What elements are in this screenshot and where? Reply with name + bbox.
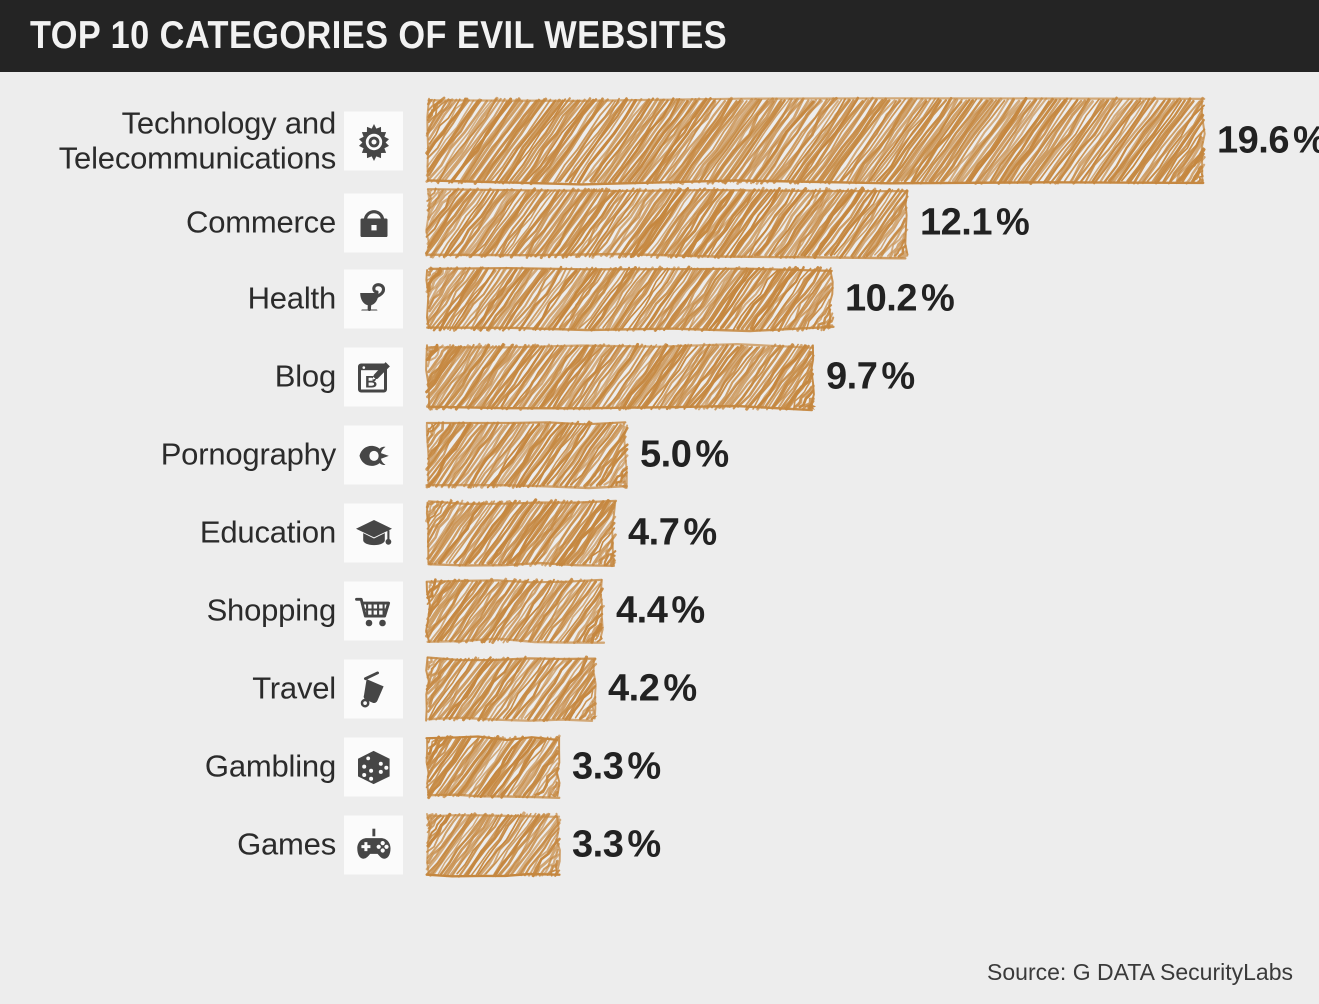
bowl-of-hygieia-icon (344, 269, 403, 329)
bar (420, 261, 839, 337)
value-number: 12.1 (920, 201, 992, 244)
category-label-wrap: Blog (26, 334, 336, 420)
value-label: 4.7% (628, 512, 717, 555)
value-label: 9.7% (826, 356, 915, 399)
value-number: 19.6 (1217, 119, 1289, 162)
value-number: 3.3 (572, 823, 624, 866)
value-number: 3.3 (572, 745, 624, 788)
value-label: 10.2% (845, 277, 955, 321)
infographic-page: TOP 10 CATEGORIES OF EVIL WEBSITES Techn… (0, 0, 1319, 1004)
chart-row: Travel 4.2% (0, 646, 1319, 732)
category-label: Travel (252, 670, 336, 706)
category-label-wrap: Games (26, 802, 336, 888)
value-label: 4.2% (608, 668, 697, 711)
lips-icon (344, 425, 403, 485)
category-label-wrap: Education (26, 490, 336, 576)
chart-row: Health 10.2% (0, 256, 1319, 342)
dice-icon (344, 737, 403, 797)
value-number: 4.7 (628, 511, 680, 554)
chart-row: Blog B 9.7% (0, 334, 1319, 420)
percent-sign: % (627, 745, 661, 788)
value-number: 4.2 (608, 667, 660, 710)
bar (420, 416, 634, 494)
bar (420, 573, 610, 649)
bar-chart: Technology and Telecommunications 19.6%C… (0, 72, 1319, 932)
gear-icon (344, 111, 403, 171)
value-label: 3.3% (572, 746, 661, 789)
chart-row: Education 4.7% (0, 490, 1319, 576)
bar (420, 182, 914, 264)
percent-sign: % (920, 277, 955, 320)
category-label: Technology and Telecommunications (58, 105, 336, 175)
category-label: Games (237, 826, 336, 862)
bar (420, 92, 1211, 190)
category-label: Education (199, 514, 336, 550)
chart-row: Commerce 12.1% (0, 180, 1319, 266)
blog-pencil-icon: B (344, 347, 403, 407)
bar (420, 338, 820, 416)
value-label: 19.6% (1217, 120, 1319, 163)
value-number: 4.4 (616, 589, 668, 632)
percent-sign: % (1293, 120, 1319, 162)
percent-sign: % (995, 201, 1030, 244)
chart-row: Gambling 3.3% (0, 724, 1319, 810)
value-label: 3.3% (572, 824, 661, 867)
value-number: 5.0 (640, 433, 692, 476)
category-label-wrap: Health (26, 256, 337, 342)
percent-sign: % (695, 433, 729, 476)
percent-sign: % (671, 589, 705, 632)
category-label: Shopping (206, 592, 337, 628)
value-number: 9.7 (826, 355, 878, 398)
category-label: Pornography (160, 436, 337, 472)
value-number: 10.2 (845, 277, 917, 320)
category-label-wrap: Gambling (26, 724, 336, 810)
percent-sign: % (683, 511, 717, 554)
percent-sign: % (627, 823, 661, 866)
value-label: 5.0% (640, 434, 729, 477)
gamepad-icon (344, 815, 403, 875)
chart-row: Pornography 5.0% (0, 412, 1319, 498)
title-bar: TOP 10 CATEGORIES OF EVIL WEBSITES (0, 0, 1319, 72)
bar (420, 651, 602, 727)
category-label: Blog (274, 358, 336, 394)
chart-row: Games 3.3% (0, 802, 1319, 888)
category-label-wrap: Shopping (26, 568, 337, 654)
percent-sign: % (663, 667, 697, 710)
category-label-wrap: Technology and Telecommunications (26, 98, 336, 184)
category-label: Commerce (186, 204, 336, 240)
category-label-wrap: Commerce (26, 180, 336, 266)
source-attribution: Source: G DATA SecurityLabs (987, 959, 1293, 985)
value-label: 12.1% (920, 201, 1030, 245)
category-label: Gambling (204, 748, 336, 784)
category-label-wrap: Pornography (26, 412, 337, 498)
page-title: TOP 10 CATEGORIES OF EVIL WEBSITES (30, 14, 728, 57)
category-label: Health (247, 280, 337, 316)
graduation-cap-icon (344, 503, 403, 563)
bar (420, 807, 566, 883)
category-label-wrap: Travel (26, 646, 336, 732)
percent-sign: % (881, 355, 915, 398)
bar (420, 730, 566, 804)
suitcase-icon (344, 659, 403, 719)
bar (420, 494, 622, 572)
value-label: 4.4% (616, 590, 705, 633)
padlock-icon (344, 193, 403, 253)
chart-row: Shopping 4.4% (0, 568, 1319, 654)
chart-row: Technology and Telecommunications 19.6% (0, 96, 1319, 186)
shopping-cart-icon (344, 581, 403, 641)
